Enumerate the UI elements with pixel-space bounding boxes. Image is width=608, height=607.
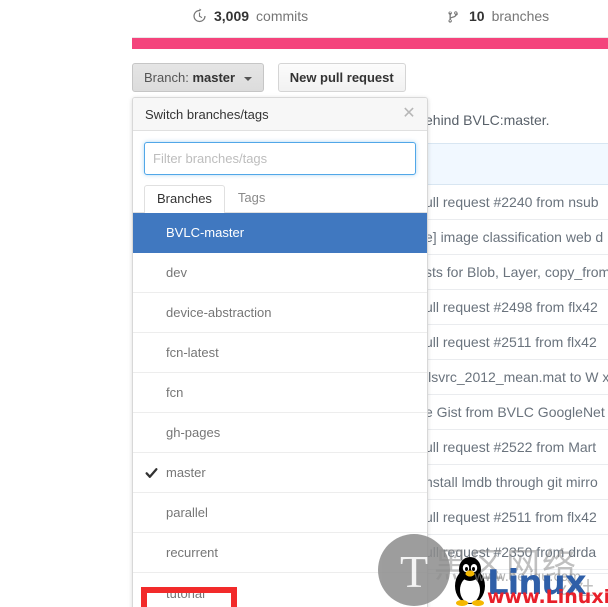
repo-toolbar: Branch: master New pull request bbox=[132, 63, 406, 92]
branches-label: branches bbox=[491, 8, 550, 24]
branch-name: gh-pages bbox=[166, 425, 221, 440]
dropdown-header: Switch branches/tags ✕ bbox=[133, 98, 427, 131]
dropdown-tabs: Branches Tags bbox=[133, 184, 427, 213]
filter-field-wrapper bbox=[133, 131, 427, 184]
branches-stat[interactable]: 10 branches bbox=[447, 8, 549, 24]
branch-name: parallel bbox=[166, 505, 208, 520]
branch-item-fcn-latest[interactable]: fcn-latest bbox=[133, 333, 427, 373]
commits-count: 3,009 bbox=[214, 8, 250, 24]
branch-name: master bbox=[166, 465, 206, 480]
pink-divider-bar bbox=[132, 38, 608, 49]
git-branch-icon bbox=[447, 8, 462, 24]
branch-item-parallel[interactable]: parallel bbox=[133, 493, 427, 533]
branch-name: BVLC-master bbox=[166, 225, 245, 240]
screenshot-root: 3,009 commits 10 branches ehind BVLC:mas… bbox=[0, 0, 608, 607]
branch-item-tutorial[interactable]: tutorial bbox=[133, 573, 427, 607]
branch-name: dev bbox=[166, 265, 187, 280]
branch-button-prefix: Branch: bbox=[144, 70, 189, 85]
commits-label: commits bbox=[256, 8, 309, 24]
branch-item-master[interactable]: master bbox=[133, 453, 427, 493]
branch-item-dev[interactable]: dev bbox=[133, 253, 427, 293]
history-icon bbox=[192, 8, 207, 24]
branch-name: fcn bbox=[166, 385, 184, 400]
tab-branches[interactable]: Branches bbox=[144, 185, 225, 213]
close-icon[interactable]: ✕ bbox=[400, 105, 418, 123]
new-pull-request-button[interactable]: New pull request bbox=[277, 63, 406, 92]
branch-select-button[interactable]: Branch: master bbox=[132, 63, 264, 92]
branch-item-bvlc-master[interactable]: BVLC-master bbox=[133, 213, 427, 253]
branch-name: device-abstraction bbox=[166, 305, 272, 320]
branch-name: recurrent bbox=[166, 545, 219, 560]
branch-name: fcn-latest bbox=[166, 345, 219, 360]
branch-item-fcn[interactable]: fcn bbox=[133, 373, 427, 413]
repo-stats-bar: 3,009 commits 10 branches bbox=[132, 0, 608, 38]
branch-item-gh-pages[interactable]: gh-pages bbox=[133, 413, 427, 453]
branch-item-recurrent[interactable]: recurrent bbox=[133, 533, 427, 573]
branches-count: 10 bbox=[469, 8, 485, 24]
branch-name: tutorial bbox=[166, 585, 206, 601]
check-icon bbox=[145, 466, 158, 479]
branch-button-value: master bbox=[192, 70, 236, 85]
commits-stat[interactable]: 3,009 commits bbox=[192, 8, 308, 24]
tab-tags[interactable]: Tags bbox=[225, 184, 278, 212]
branch-item-device-abstraction[interactable]: device-abstraction bbox=[133, 293, 427, 333]
chevron-down-icon bbox=[243, 76, 252, 81]
dropdown-title: Switch branches/tags bbox=[145, 106, 269, 122]
branch-switcher-dropdown: Switch branches/tags ✕ Branches Tags BVL… bbox=[132, 97, 428, 607]
filter-input[interactable] bbox=[144, 142, 416, 175]
branch-list: BVLC-master dev device-abstraction fcn-l… bbox=[133, 213, 427, 607]
